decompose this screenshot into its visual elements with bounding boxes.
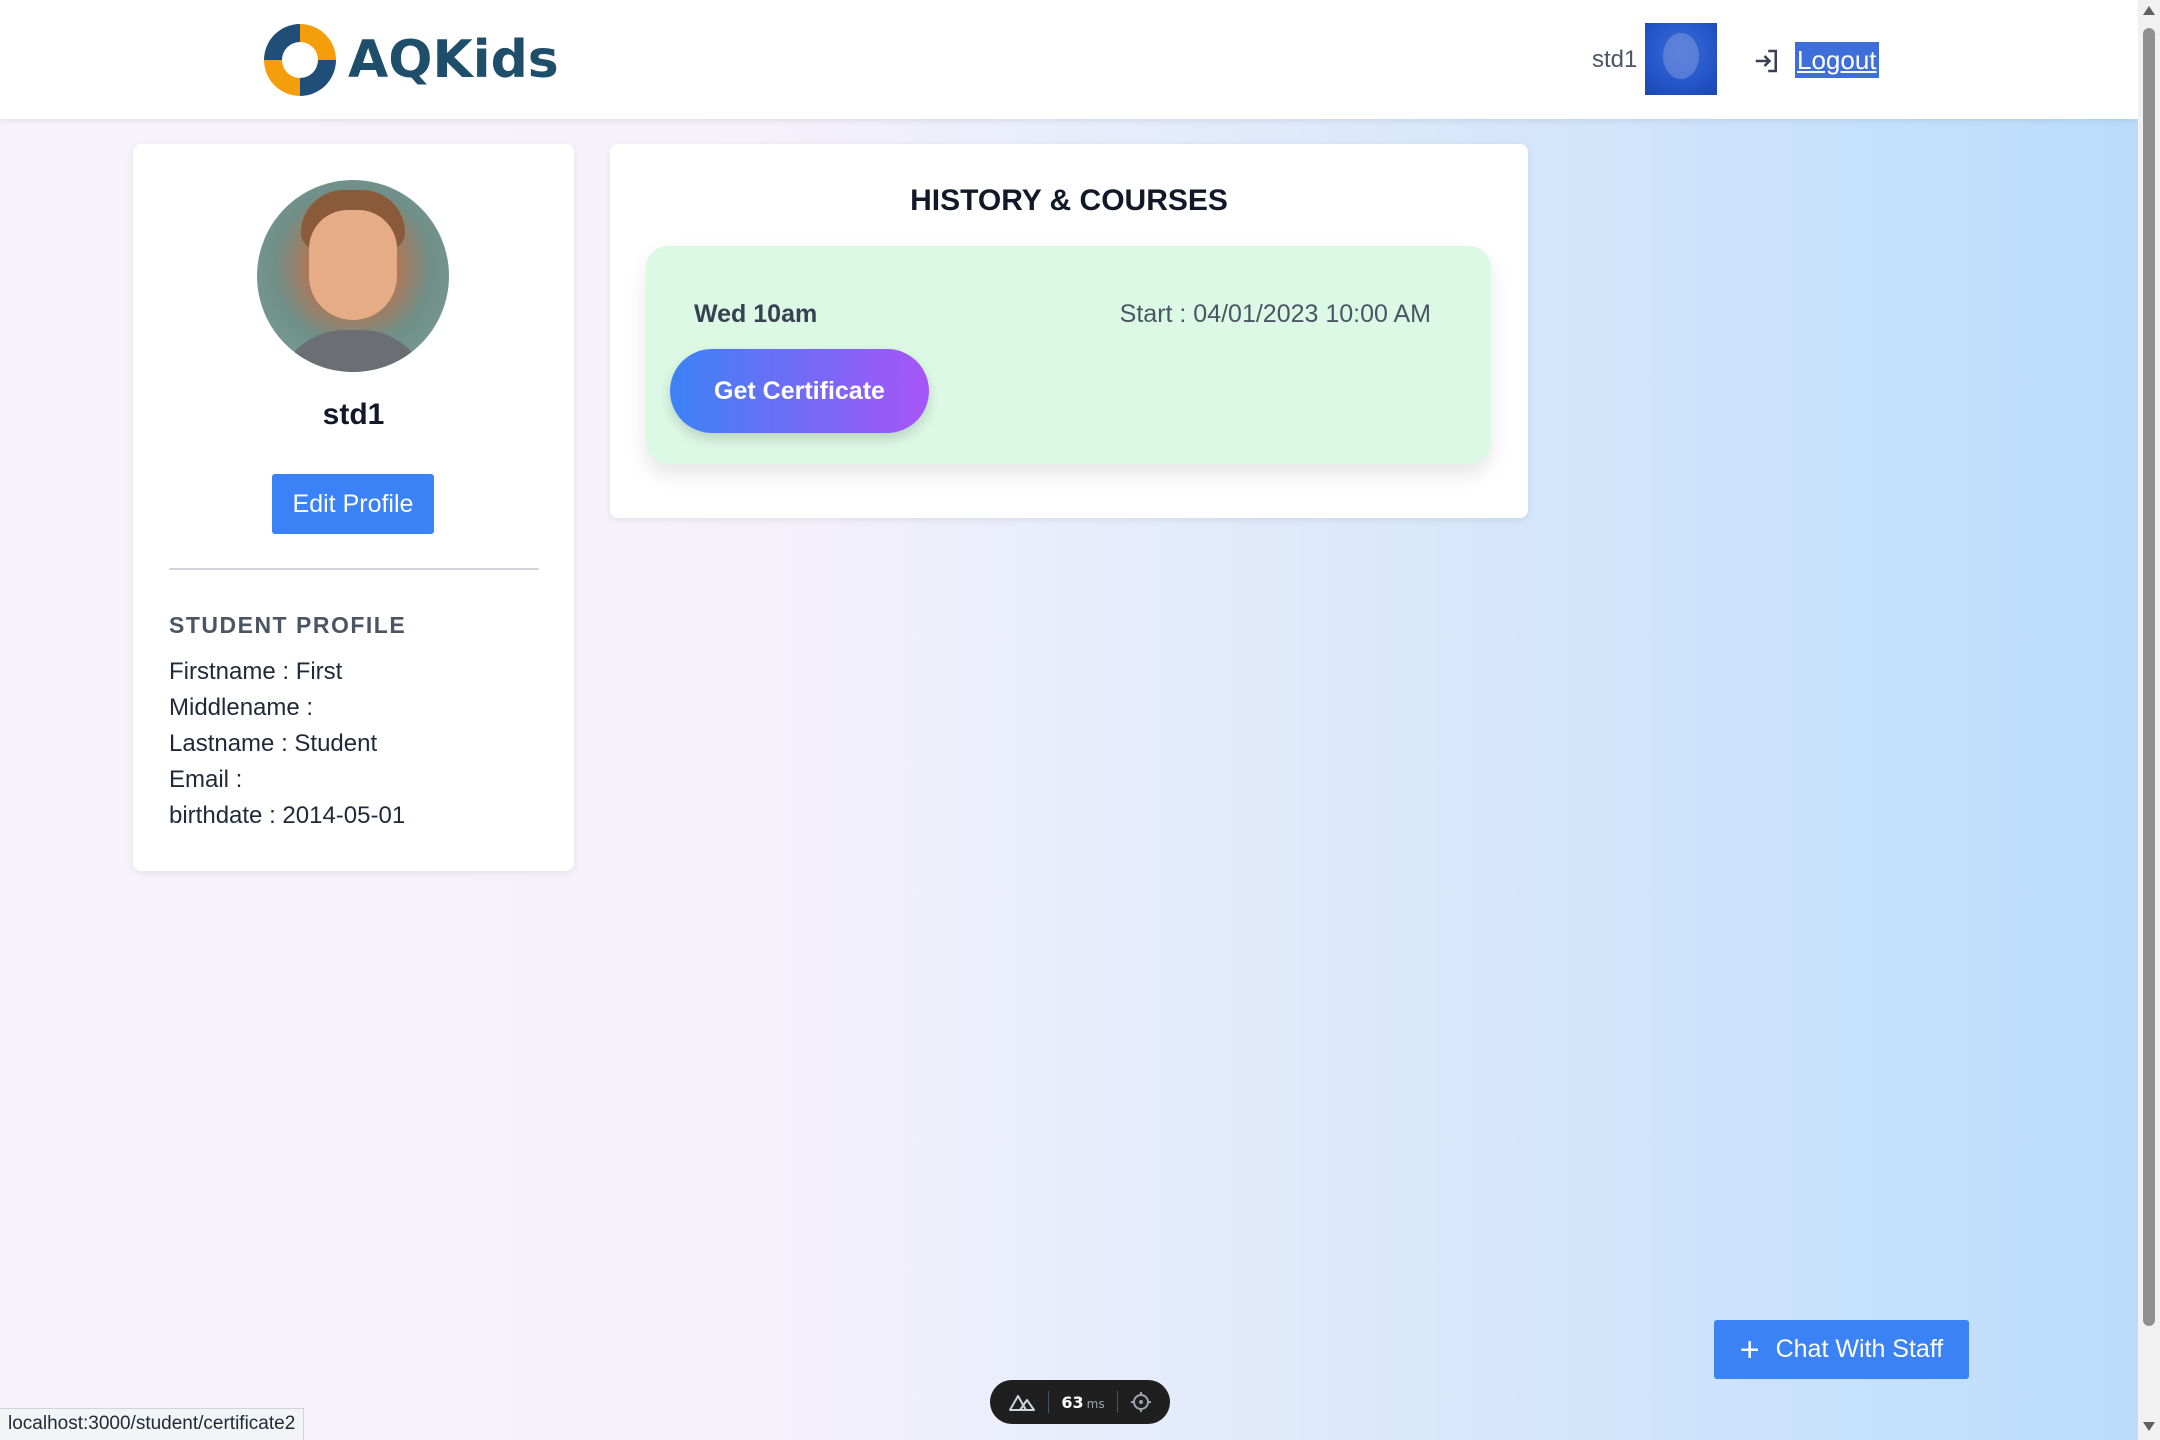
photo-shirt [275, 330, 431, 372]
brand-logo-icon [264, 24, 336, 96]
dev-separator [1116, 1391, 1118, 1413]
get-certificate-button[interactable]: Get Certificate [670, 349, 929, 433]
nuxt-logo-icon[interactable] [1008, 1392, 1036, 1412]
header-username: std1 [1592, 46, 1638, 73]
student-profile-heading: STUDENT PROFILE [169, 612, 407, 638]
dev-separator [1048, 1391, 1050, 1413]
scroll-down-arrow-icon[interactable] [2143, 1422, 2155, 1431]
field-lastname: Lastname : Student [169, 730, 378, 757]
scroll-thumb[interactable] [2143, 28, 2155, 1326]
field-firstname: Firstname : First [169, 658, 343, 685]
status-bar-url: localhost:3000/student/certificate2 [0, 1408, 305, 1440]
header-avatar[interactable] [1645, 23, 1717, 95]
edit-profile-button[interactable]: Edit Profile [272, 474, 434, 534]
dev-ms-value: 63 [1061, 1392, 1084, 1412]
logout-icon[interactable] [1752, 46, 1782, 76]
dev-toolbar[interactable]: 63 ms [990, 1380, 1170, 1424]
field-middlename: Middlename : [169, 694, 314, 721]
target-icon[interactable] [1130, 1391, 1152, 1413]
chat-with-staff-button[interactable]: + Chat With Staff [1714, 1320, 1969, 1379]
history-card: HISTORY & COURSES Wed 10am Start : 04/01… [610, 144, 1528, 518]
brand-name: AQKids [348, 30, 559, 90]
profile-photo [257, 180, 449, 372]
history-title: HISTORY & COURSES [910, 184, 1228, 217]
dev-ms-unit: ms [1086, 1396, 1105, 1411]
course-card: Wed 10am Start : 04/01/2023 10:00 AM Get… [646, 246, 1491, 464]
course-start: Start : 04/01/2023 10:00 AM [1119, 300, 1431, 328]
logout-link[interactable]: Logout [1795, 42, 1879, 78]
field-email: Email : [169, 766, 243, 793]
field-birthdate: birthdate : 2014-05-01 [169, 802, 406, 829]
page-scrollbar[interactable] [2138, 0, 2160, 1440]
photo-face [309, 210, 397, 320]
chat-label: Chat With Staff [1775, 1335, 1944, 1363]
profile-divider [169, 568, 539, 570]
profile-name: std1 [322, 398, 385, 431]
avatar-face [1663, 33, 1699, 79]
brand[interactable]: AQKids [264, 24, 559, 96]
top-header: AQKids std1 Logout [0, 0, 2138, 119]
profile-card: std1 Edit Profile STUDENT PROFILE Firstn… [133, 144, 574, 871]
scroll-up-arrow-icon[interactable] [2143, 6, 2155, 15]
dev-timing: 63 ms [1061, 1393, 1104, 1412]
course-name: Wed 10am [694, 300, 818, 328]
plus-icon: + [1739, 1330, 1760, 1369]
